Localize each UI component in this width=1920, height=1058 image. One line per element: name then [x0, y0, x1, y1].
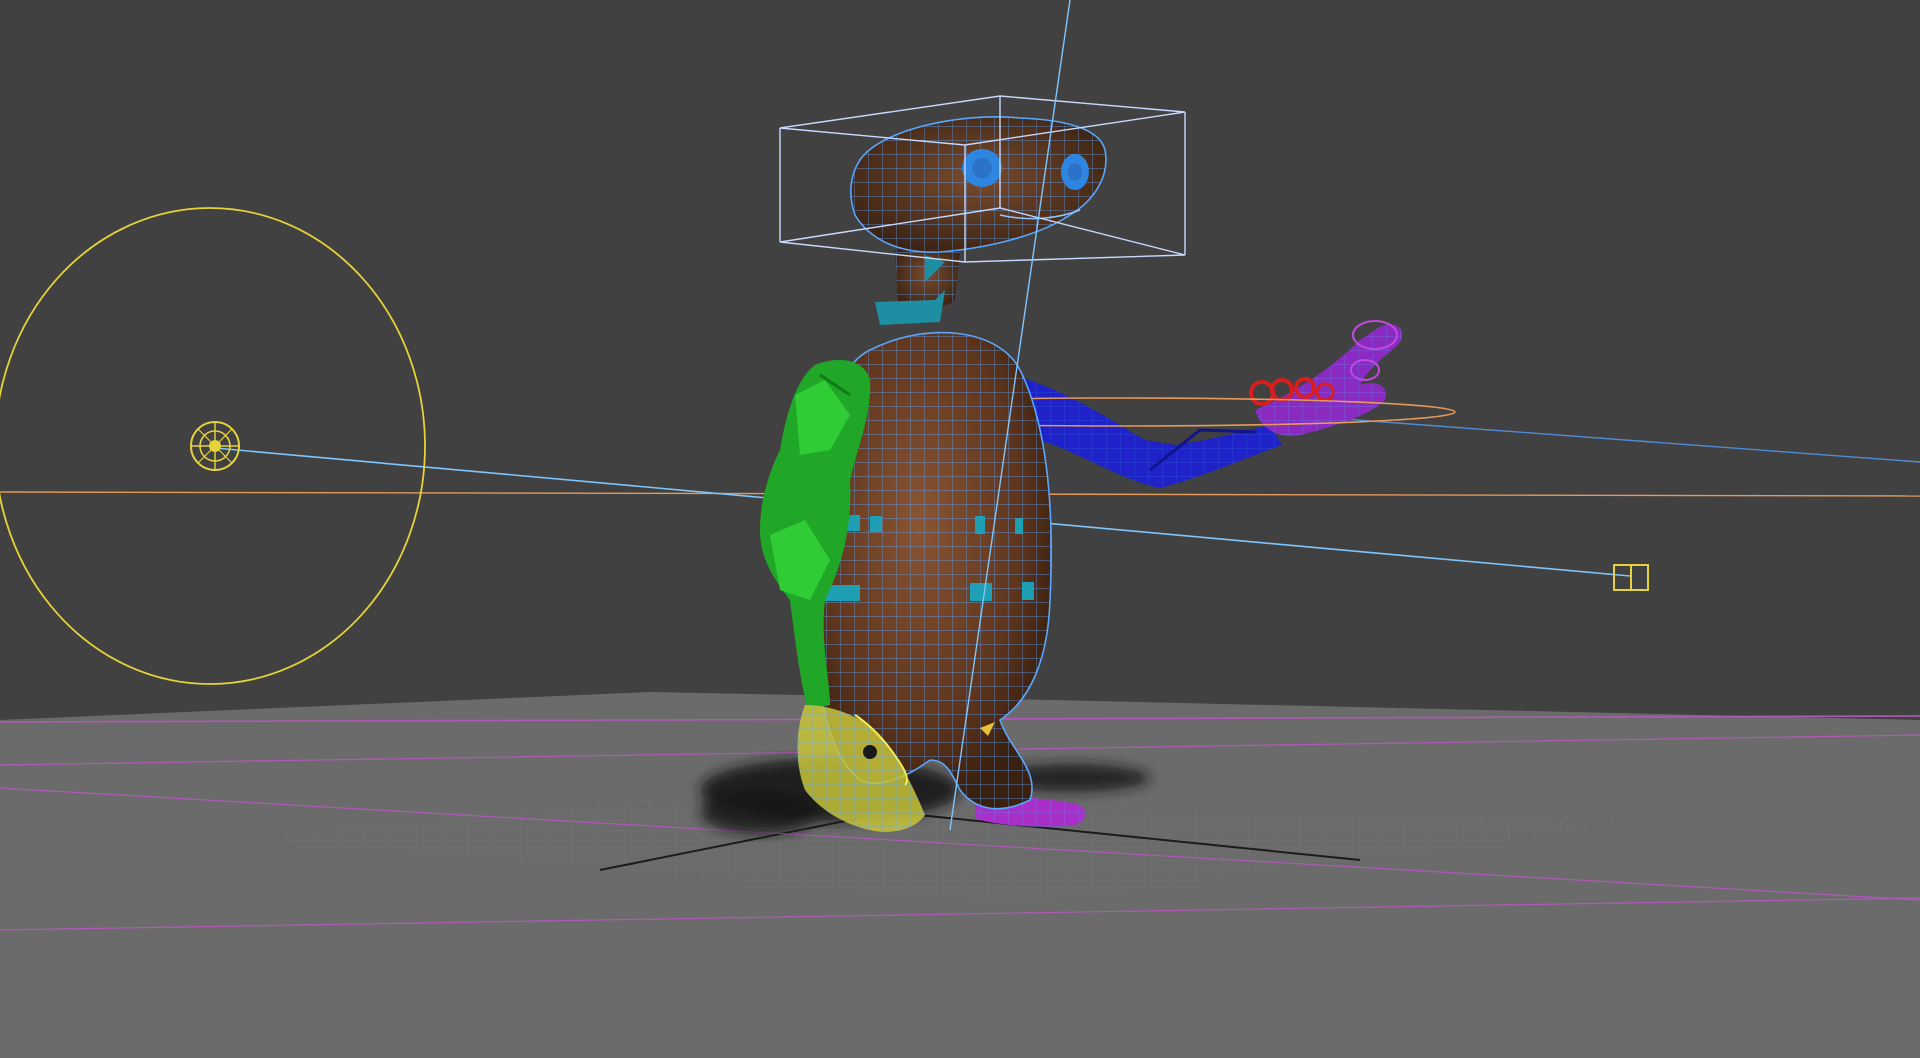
eye-right-icon — [1061, 154, 1089, 190]
3d-viewport[interactable] — [0, 0, 1920, 1058]
spot-light-icon[interactable] — [190, 421, 240, 471]
viewport-scene[interactable] — [0, 0, 1920, 1058]
eye-left-icon — [962, 149, 1002, 187]
